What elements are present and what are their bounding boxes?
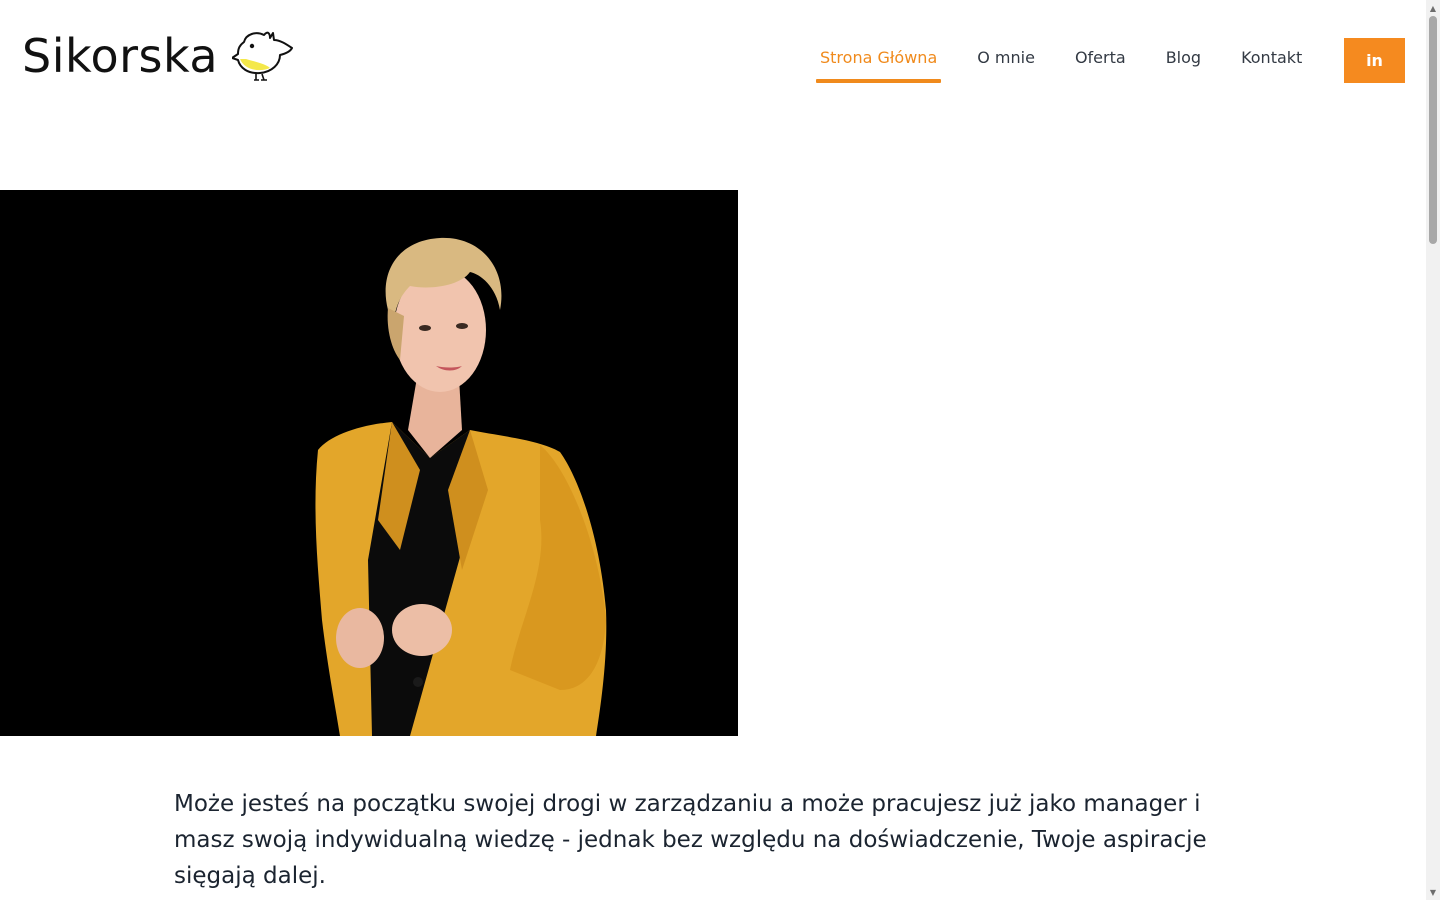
nav-item-o-mnie[interactable]: O mnie	[973, 36, 1039, 83]
hero-image	[0, 190, 738, 736]
linkedin-button[interactable]: in	[1344, 38, 1405, 83]
nav-item-oferta[interactable]: Oferta	[1071, 36, 1130, 83]
logo[interactable]: Sikorska	[22, 26, 293, 86]
scrollbar-thumb[interactable]	[1429, 16, 1437, 244]
nav-item-strona-glowna[interactable]: Strona Główna	[816, 36, 942, 83]
logo-text: Sikorska	[22, 29, 219, 83]
scroll-down-arrow-icon[interactable]: ▼	[1428, 886, 1438, 898]
main-nav: Strona Główna O mnie Oferta Blog Kontakt	[816, 36, 1338, 83]
nav-item-kontakt[interactable]: Kontakt	[1237, 36, 1306, 83]
scroll-up-arrow-icon[interactable]: ▲	[1428, 2, 1438, 14]
linkedin-icon: in	[1366, 51, 1383, 70]
bird-icon	[232, 31, 293, 81]
portrait-photo	[0, 190, 738, 736]
vertical-scrollbar[interactable]: ▲ ▼	[1426, 0, 1440, 900]
intro-paragraph: Może jesteś na początku swojej drogi w z…	[174, 791, 1207, 889]
nav-item-blog[interactable]: Blog	[1162, 36, 1205, 83]
